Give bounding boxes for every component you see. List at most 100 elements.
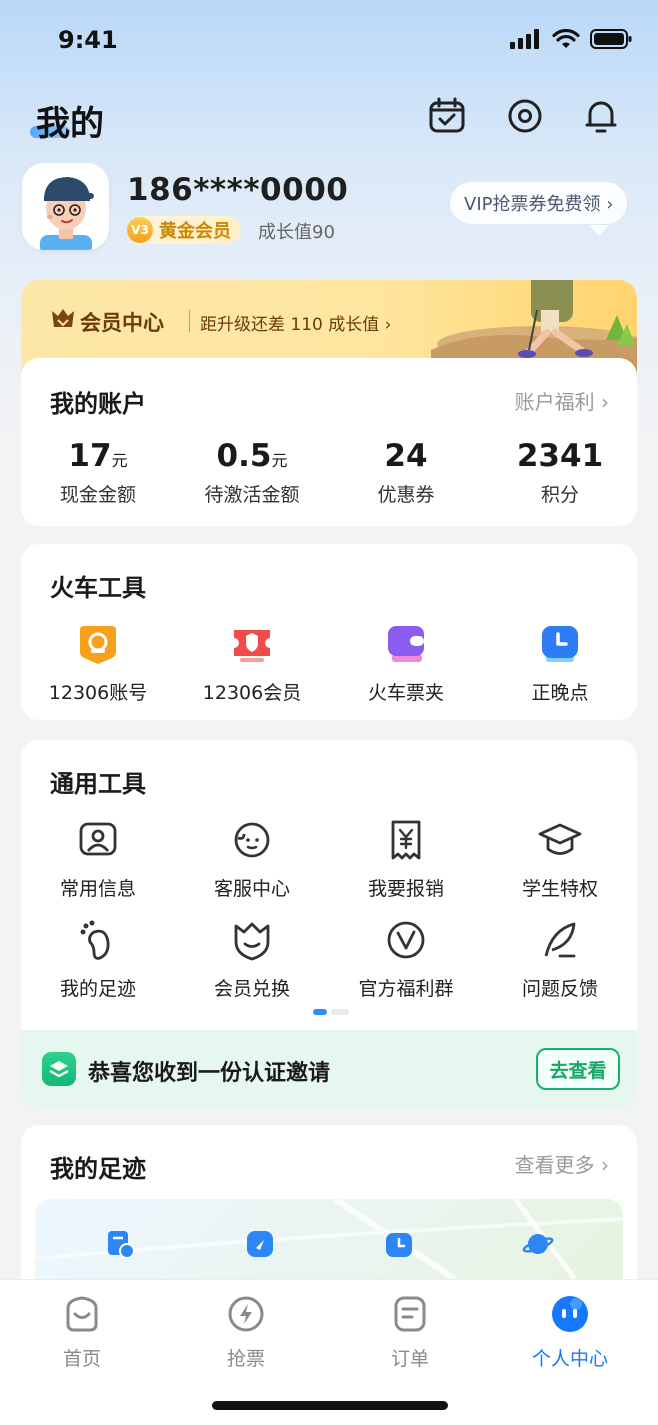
home-indicator	[212, 1401, 448, 1410]
tool-ticket-wallet[interactable]: 火车票夹	[329, 622, 483, 705]
tool-feedback[interactable]: 问题反馈	[483, 918, 637, 1001]
tool-label: 问题反馈	[521, 978, 598, 1000]
avatar[interactable]	[22, 163, 109, 250]
vip-coupon-bubble[interactable]: VIP抢票券免费领 ›	[449, 181, 629, 225]
stat-label: 待激活金额	[204, 484, 300, 506]
tool-label: 正晚点	[531, 682, 589, 704]
growth-value: 成长值90	[258, 222, 335, 243]
profile-face-icon	[552, 1296, 588, 1332]
shield-crown-icon	[234, 922, 270, 961]
tab-orders[interactable]: 订单	[328, 1294, 492, 1371]
receipt-icon	[391, 820, 421, 860]
stat-unit: 元	[271, 451, 288, 470]
home-icon	[66, 1296, 98, 1332]
stat-coupons[interactable]: 24 优惠券	[329, 438, 483, 507]
tool-member-exchange[interactable]: 会员兑换	[175, 918, 329, 1001]
view-invite-button[interactable]: 去查看	[536, 1048, 620, 1090]
calendar-check-icon[interactable]	[427, 96, 467, 136]
stat-label: 积分	[540, 484, 579, 506]
invite-text: 恭喜您收到一份认证邀请	[88, 1061, 331, 1086]
tool-label: 12306会员	[202, 682, 302, 704]
stat-unit: 元	[111, 451, 128, 470]
wifi-icon	[552, 29, 580, 48]
duration-icon	[386, 1233, 412, 1257]
general-tools-card: 通用工具 常用信息 客服中心 我要报销 学生特权 我的足迹 会员兑换 官方福利群…	[21, 740, 637, 1030]
railway-logo-icon	[80, 626, 116, 664]
stat-value: 17	[68, 438, 112, 474]
stat-value: 2341	[516, 438, 604, 474]
wallet-icon	[388, 626, 424, 662]
upgrade-hint[interactable]: 距升级还差 110 成长值 ›	[200, 310, 391, 335]
stat-label: 优惠券	[377, 484, 435, 506]
stat-pending[interactable]: 0.5元 待激活金额	[175, 438, 329, 507]
account-title: 我的账户	[50, 390, 146, 418]
battery-icon	[590, 29, 632, 49]
tool-footprint[interactable]: 我的足迹	[21, 918, 175, 1001]
signal-icon	[510, 29, 539, 49]
graduation-cap-icon	[538, 823, 582, 855]
notification-bell-icon[interactable]	[581, 96, 621, 136]
tool-label: 客服中心	[213, 878, 290, 900]
tool-12306-member[interactable]: 12306会员	[175, 622, 329, 705]
tool-welfare-group[interactable]: 官方福利群	[329, 918, 483, 1001]
stat-cash[interactable]: 17元 现金金额	[21, 438, 175, 507]
general-tools-title: 通用工具	[50, 770, 146, 798]
tool-label: 官方福利群	[358, 978, 454, 1000]
tool-customer-service[interactable]: 客服中心	[175, 818, 329, 901]
member-crown-icon	[52, 309, 74, 327]
account-card: 我的账户 账户福利 › 17元 现金金额 0.5元 待激活金额 24 优惠券 2…	[21, 358, 637, 526]
page-title: 我的	[36, 104, 104, 144]
tool-label: 12306账号	[48, 682, 148, 704]
planet-icon	[522, 1234, 554, 1254]
membership-level: 黄金会员	[159, 221, 231, 242]
tab-profile[interactable]: 个人中心	[488, 1294, 652, 1371]
group-check-icon	[387, 921, 425, 959]
customer-service-icon	[234, 822, 270, 858]
tool-label: 学生特权	[521, 878, 598, 900]
settings-icon[interactable]	[505, 96, 545, 136]
stat-label: 现金金额	[59, 484, 136, 506]
footprint-icon	[80, 920, 110, 960]
tab-label: 抢票	[226, 1348, 265, 1370]
status-time: 9:41	[58, 26, 118, 54]
contact-card-icon	[79, 822, 117, 856]
tab-grab-tickets[interactable]: 抢票	[164, 1294, 328, 1371]
member-center-title: 会员中心	[80, 311, 164, 335]
certification-icon	[42, 1052, 76, 1086]
footprint-more-link[interactable]: 查看更多 ›	[515, 1149, 609, 1178]
membership-badge[interactable]: V3 黄金会员	[127, 216, 241, 244]
page-dot-active	[313, 1009, 327, 1015]
tool-label: 火车票夹	[367, 682, 444, 704]
account-benefits-link[interactable]: 账户福利 ›	[515, 386, 609, 415]
tab-home[interactable]: 首页	[0, 1294, 164, 1371]
footprint-title: 我的足迹	[50, 1155, 146, 1183]
level-icon: V3	[127, 217, 153, 243]
member-ticket-icon	[234, 630, 270, 662]
tool-reimbursement[interactable]: 我要报销	[329, 818, 483, 901]
tool-label: 会员兑换	[213, 978, 290, 1000]
page-indicator	[313, 1009, 349, 1015]
tool-12306-account[interactable]: 12306账号	[21, 622, 175, 705]
tool-common-info[interactable]: 常用信息	[21, 818, 175, 901]
train-tools-card: 火车工具 12306账号 12306会员 火车票夹 正晚点	[21, 544, 637, 720]
tool-student-privilege[interactable]: 学生特权	[483, 818, 637, 901]
tab-label: 首页	[62, 1348, 101, 1370]
tool-on-time[interactable]: 正晚点	[483, 622, 637, 705]
trips-icon	[108, 1231, 135, 1259]
layers-icon	[49, 1061, 69, 1078]
divider	[189, 310, 190, 332]
distance-icon	[247, 1231, 273, 1257]
lightning-icon	[228, 1296, 264, 1332]
status-icons	[510, 29, 632, 49]
phone-number: 186****0000	[127, 172, 349, 208]
tab-label: 订单	[390, 1348, 429, 1370]
stat-value: 0.5	[216, 438, 272, 474]
page-dot	[331, 1009, 349, 1015]
feather-icon	[544, 922, 576, 958]
stat-value: 24	[384, 438, 428, 474]
footprint-map[interactable]	[35, 1199, 623, 1279]
tool-label: 我的足迹	[59, 978, 136, 1000]
clock-icon	[542, 626, 578, 662]
tool-label: 我要报销	[367, 878, 444, 900]
stat-points[interactable]: 2341 积分	[483, 438, 637, 507]
